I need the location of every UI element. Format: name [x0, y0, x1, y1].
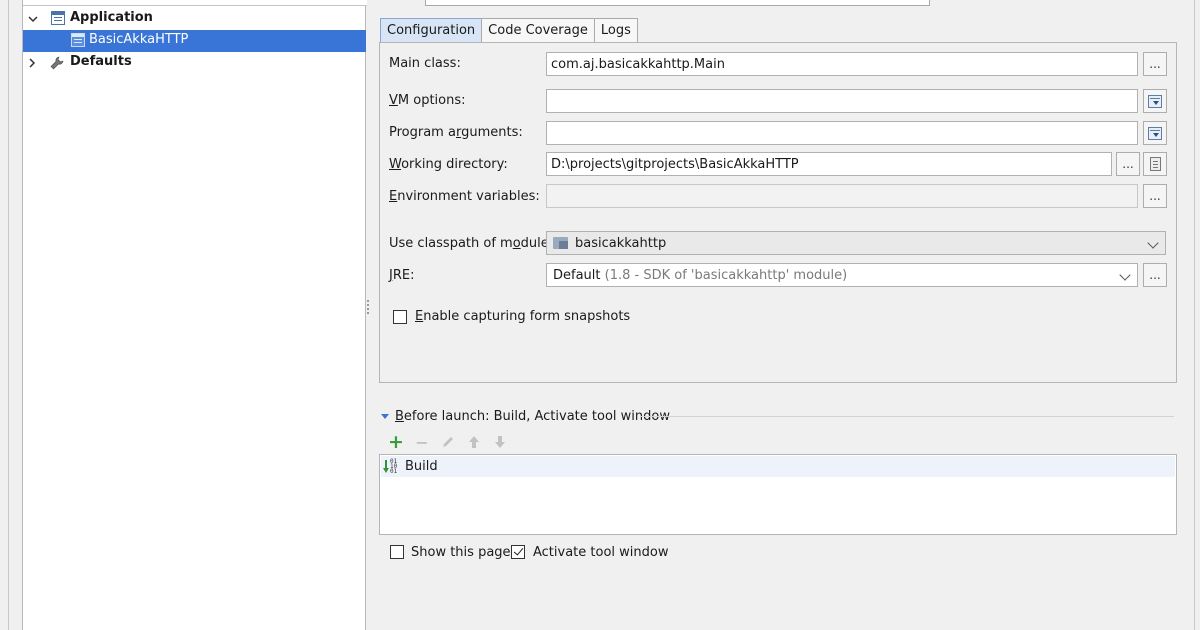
expand-icon: [1148, 126, 1162, 140]
tree-node-basicakkahttp[interactable]: BasicAkkaHTTP: [23, 30, 366, 52]
tree-node-application[interactable]: Application: [23, 8, 366, 30]
config-tabs: Configuration Code Coverage Logs: [380, 18, 638, 42]
collapse-triangle-icon: [381, 414, 389, 419]
before-launch-toolbar: + −: [383, 431, 513, 453]
remove-icon[interactable]: −: [409, 433, 435, 452]
add-icon[interactable]: +: [383, 431, 409, 453]
chevron-right-icon[interactable]: [27, 58, 37, 68]
tab-logs[interactable]: Logs: [593, 18, 638, 42]
activate-tool-window-checkbox[interactable]: [511, 545, 525, 559]
capture-snapshots-checkbox[interactable]: [393, 310, 407, 324]
window-right-edge: [1194, 0, 1200, 630]
expand-icon: [1148, 94, 1162, 108]
working-directory-macro-button[interactable]: [1143, 152, 1167, 176]
working-directory-browse-button[interactable]: ...: [1116, 152, 1140, 176]
environment-variables-label: Environment variables:: [389, 189, 540, 204]
vm-options-label: VM options:: [389, 93, 466, 108]
vm-options-input[interactable]: [546, 89, 1138, 113]
working-directory-label: Working directory:: [389, 157, 508, 172]
activate-tool-window-label[interactable]: Activate tool window: [533, 545, 668, 560]
wrench-icon: [50, 56, 64, 70]
application-config-icon: [71, 33, 85, 47]
edit-icon[interactable]: [435, 433, 461, 451]
main-class-input[interactable]: com.aj.basicakkahttp.Main: [546, 52, 1138, 76]
program-arguments-expand-button[interactable]: [1143, 121, 1167, 145]
build-icon: 01 10 01: [383, 458, 399, 475]
show-this-page-checkbox[interactable]: [390, 545, 404, 559]
jre-value: Default: [553, 267, 601, 283]
tree-node-application-label: Application: [70, 10, 153, 25]
module-folder-icon: [553, 237, 568, 249]
jre-label: JRE:: [389, 268, 415, 283]
program-arguments-label: Program arguments:: [389, 125, 523, 140]
tree-node-defaults[interactable]: Defaults: [23, 52, 366, 74]
vm-options-expand-button[interactable]: [1143, 89, 1167, 113]
window-left-edge: [0, 0, 9, 630]
tree-toolbar-cut: [23, 0, 367, 6]
classpath-module-label: Use classpath of module:: [389, 236, 554, 251]
main-class-label: Main class:: [389, 56, 461, 71]
working-directory-input[interactable]: D:\projects\gitprojects\BasicAkkaHTTP: [546, 152, 1112, 176]
before-launch-list[interactable]: 01 10 01 Build: [379, 454, 1177, 535]
main-class-browse-button[interactable]: ...: [1143, 52, 1167, 76]
macro-icon: [1149, 157, 1161, 171]
before-launch-title: Before launch: Build, Activate tool wind…: [395, 409, 670, 424]
jre-hint: (1.8 - SDK of 'basicakkahttp' module): [604, 267, 848, 283]
name-field[interactable]: [425, 0, 930, 6]
jre-browse-button[interactable]: ...: [1143, 263, 1167, 287]
list-item[interactable]: 01 10 01 Build: [381, 456, 1175, 477]
tree-node-defaults-label: Defaults: [70, 54, 132, 69]
move-down-icon[interactable]: [487, 433, 513, 451]
splitter-grip[interactable]: [366, 300, 370, 318]
jre-select[interactable]: Default (1.8 - SDK of 'basicakkahttp' mo…: [546, 263, 1138, 287]
before-launch-header[interactable]: Before launch: Build, Activate tool wind…: [380, 409, 670, 424]
classpath-module-value: basicakkahttp: [575, 235, 667, 251]
environment-variables-browse-button[interactable]: ...: [1143, 184, 1167, 208]
environment-variables-input[interactable]: [546, 184, 1138, 208]
chevron-down-icon[interactable]: [28, 14, 38, 24]
program-arguments-input[interactable]: [546, 121, 1138, 145]
before-launch-separator: [640, 416, 1174, 417]
chevron-down-icon: [1147, 237, 1159, 249]
configuration-tree[interactable]: Application BasicAkkaHTTP Defaults: [22, 0, 367, 630]
show-this-page-label[interactable]: Show this page: [411, 545, 511, 560]
application-icon: [51, 11, 65, 25]
move-up-icon[interactable]: [461, 433, 487, 451]
tab-code-coverage[interactable]: Code Coverage: [481, 18, 595, 42]
capture-snapshots-label[interactable]: Enable capturing form snapshots: [415, 309, 630, 324]
classpath-module-select[interactable]: basicakkahttp: [546, 231, 1166, 255]
chevron-down-icon: [1119, 269, 1131, 281]
tab-configuration[interactable]: Configuration: [380, 18, 483, 42]
build-item-label: Build: [405, 459, 438, 474]
tree-node-basicakkahttp-label: BasicAkkaHTTP: [89, 32, 189, 47]
